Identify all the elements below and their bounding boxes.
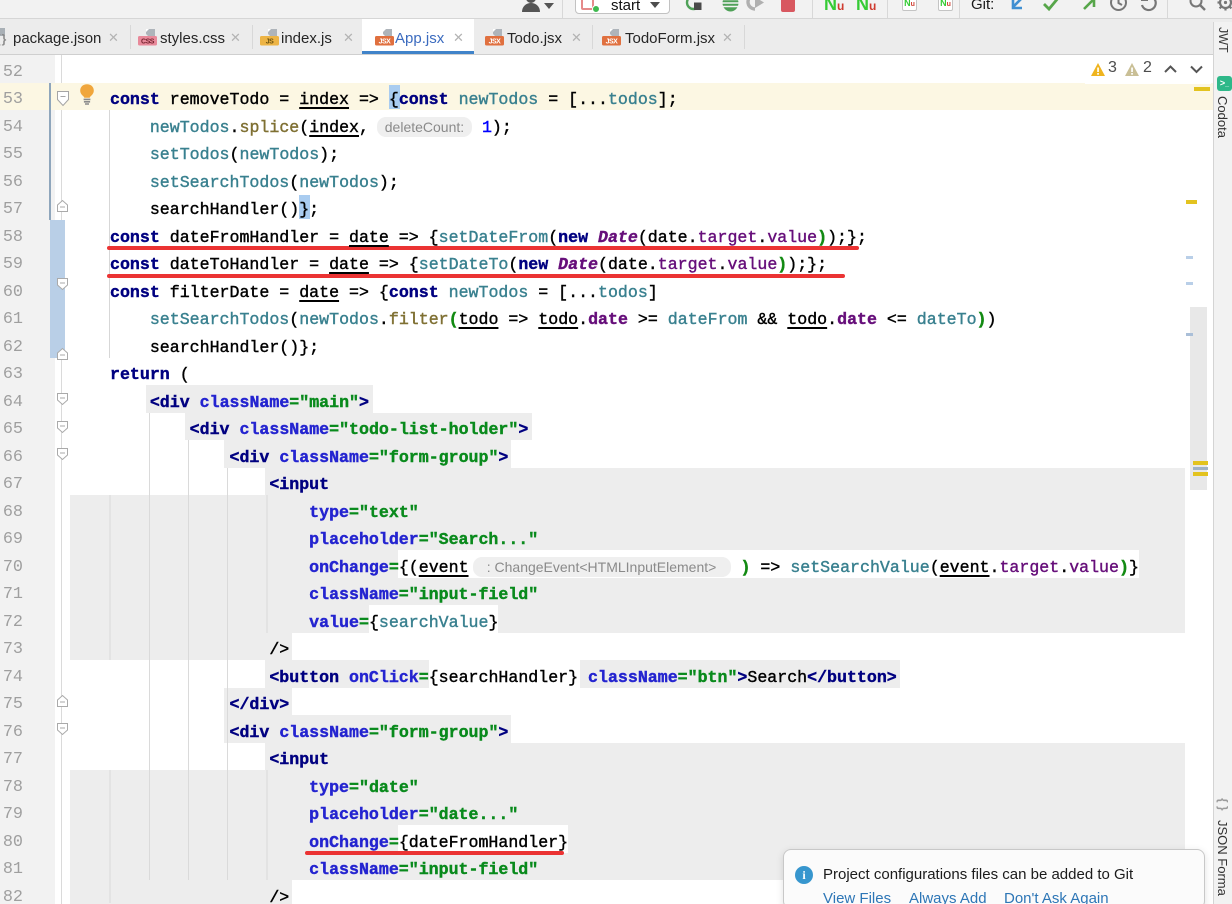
svg-text:JSX: JSX bbox=[379, 39, 392, 46]
svg-text:JS: JS bbox=[266, 39, 274, 46]
svg-text:JSX: JSX bbox=[606, 39, 619, 46]
svg-text:CSS: CSS bbox=[141, 39, 155, 46]
svg-text:JSX: JSX bbox=[489, 39, 502, 46]
